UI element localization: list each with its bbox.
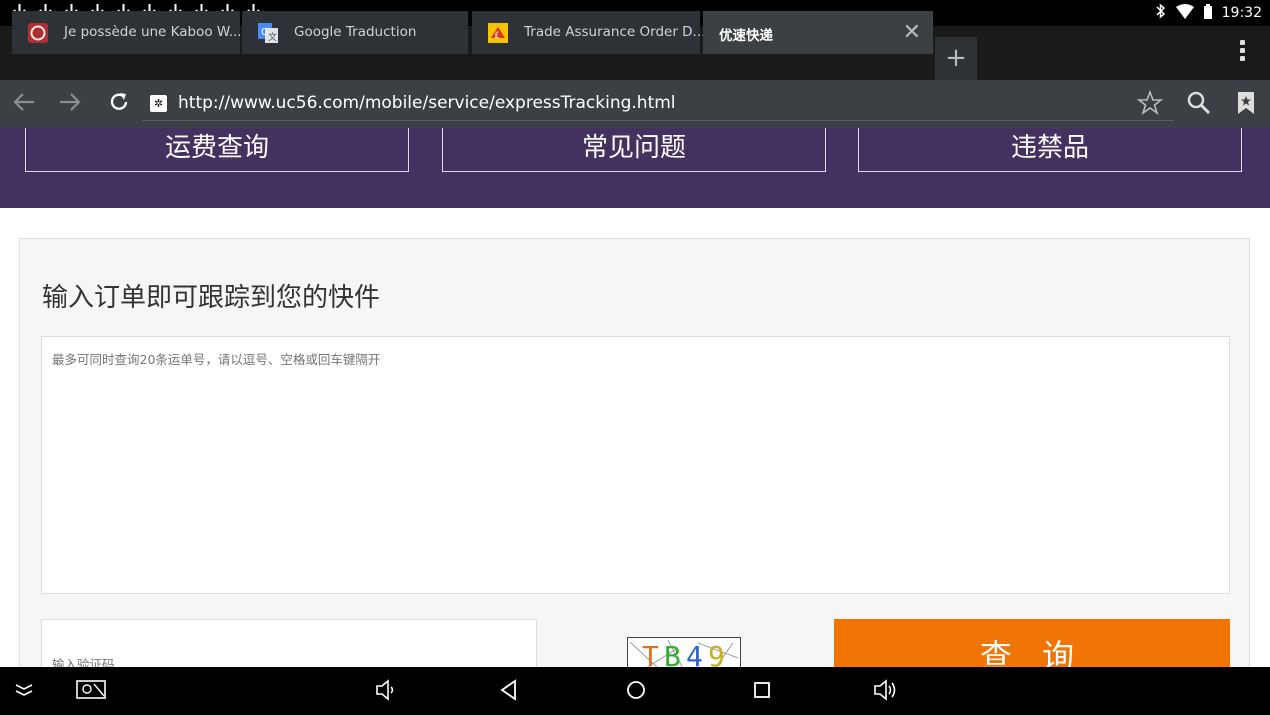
svg-text:文: 文: [268, 31, 277, 43]
bookmarks-icon[interactable]: [1236, 90, 1256, 120]
site-favicon-icon: ✲: [150, 95, 167, 112]
recent-apps-icon[interactable]: [751, 678, 773, 702]
back-arrow-icon[interactable]: [12, 90, 36, 120]
address-bar: ✲ http://www.uc56.com/mobile/service/exp…: [0, 80, 1270, 128]
tab-uc56-active[interactable]: 优速快递 ✕: [703, 11, 933, 54]
red-circle-icon: [28, 23, 48, 43]
tab-kaboo[interactable]: Je possède une Kaboo W...: [12, 11, 242, 54]
screenshot-icon[interactable]: [76, 678, 108, 702]
forward-arrow-icon[interactable]: [58, 90, 82, 120]
service-header: 运费查询 常见问题 违禁品: [0, 128, 1270, 208]
captcha-image[interactable]: TB49: [627, 637, 741, 667]
svg-text:£: £: [494, 31, 500, 41]
captcha-char: 4: [686, 640, 703, 667]
url-text: http://www.uc56.com/mobile/service/expre…: [178, 93, 676, 113]
query-button[interactable]: 查 询: [834, 619, 1230, 667]
tab-label: Trade Assurance Order D...: [524, 24, 706, 40]
card-title: 输入订单即可跟踪到您的快件: [42, 283, 381, 313]
prohibited-items-button[interactable]: 违禁品: [858, 128, 1242, 172]
web-content: 运费查询 常见问题 违禁品 输入订单即可跟踪到您的快件 TB49 查 询: [0, 128, 1270, 667]
tracking-card: 输入订单即可跟踪到您的快件 TB49 查 询: [19, 238, 1250, 667]
tab-google-traduction[interactable]: G文 Google Traduction: [242, 11, 468, 54]
home-icon[interactable]: [624, 678, 648, 702]
tab-trade-assurance[interactable]: £ Trade Assurance Order D...: [472, 11, 705, 54]
new-tab-button[interactable]: +: [935, 37, 977, 80]
status-indicators: 19:32: [1156, 3, 1262, 23]
captcha-char: 9: [708, 640, 725, 667]
freight-query-button[interactable]: 运费查询: [25, 128, 409, 172]
faq-button[interactable]: 常见问题: [442, 128, 826, 172]
trade-assurance-icon: £: [488, 23, 508, 43]
overflow-menu-icon[interactable]: [1240, 40, 1248, 64]
volume-up-icon[interactable]: [873, 678, 899, 702]
close-tab-icon[interactable]: ✕: [903, 20, 921, 45]
clock: 19:32: [1221, 5, 1262, 21]
back-icon[interactable]: [498, 678, 520, 702]
tab-label: Google Traduction: [294, 24, 417, 40]
google-translate-icon: G文: [258, 23, 278, 43]
battery-icon: [1203, 3, 1212, 23]
captcha-input[interactable]: [41, 619, 537, 667]
reload-icon[interactable]: [107, 90, 131, 120]
bluetooth-icon: [1156, 3, 1166, 23]
system-navigation-bar: [0, 667, 1270, 715]
plus-icon: +: [945, 43, 967, 73]
collapse-chevrons-icon[interactable]: [14, 682, 34, 698]
search-icon[interactable]: [1186, 90, 1212, 120]
captcha-char: T: [642, 640, 659, 667]
url-field[interactable]: ✲ http://www.uc56.com/mobile/service/exp…: [142, 88, 1174, 121]
captcha-char: B: [664, 640, 681, 667]
tab-label: 优速快递: [719, 28, 773, 44]
wifi-icon: [1175, 3, 1194, 23]
volume-down-icon[interactable]: [375, 678, 397, 702]
tracking-number-input[interactable]: [41, 336, 1230, 594]
tab-label: Je possède une Kaboo W...: [64, 24, 242, 40]
bookmark-star-icon[interactable]: [1136, 89, 1164, 120]
